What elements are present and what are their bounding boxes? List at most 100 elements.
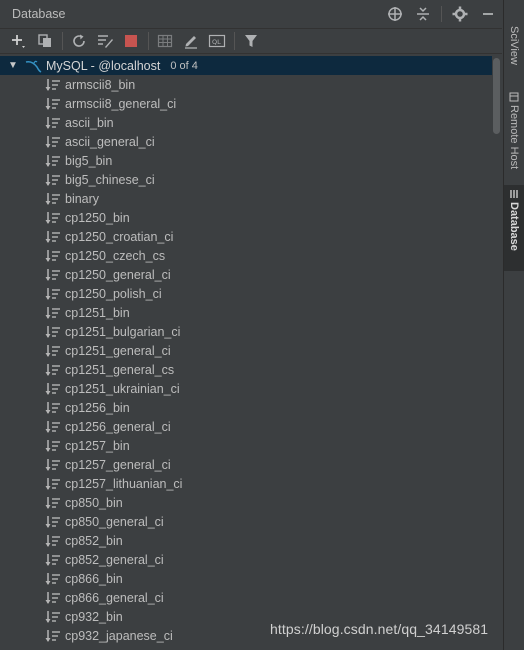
collation-label: cp852_general_ci xyxy=(65,552,164,567)
refresh-icon[interactable] xyxy=(68,30,90,52)
minimize-icon[interactable] xyxy=(478,4,498,24)
collation-label: big5_bin xyxy=(65,153,113,168)
collation-item[interactable]: cp1257_lithuanian_ci xyxy=(0,474,492,493)
right-tool-strip: SciView Remote Host Database xyxy=(503,0,524,650)
tab-sciview-label: SciView xyxy=(508,26,520,65)
collation-sort-icon xyxy=(45,249,61,263)
database-toolbar: QL xyxy=(0,29,502,54)
collation-sort-icon xyxy=(45,135,61,149)
collation-item[interactable]: cp1251_ukrainian_ci xyxy=(0,379,492,398)
filter-icon[interactable] xyxy=(240,30,262,52)
collation-item[interactable]: ascii_general_ci xyxy=(0,132,492,151)
collation-sort-icon xyxy=(45,97,61,111)
collation-item[interactable]: cp1250_croatian_ci xyxy=(0,227,492,246)
datasource-label: MySQL - @localhost xyxy=(46,58,161,73)
collation-sort-icon xyxy=(45,553,61,567)
collation-item[interactable]: cp852_bin xyxy=(0,531,492,550)
collation-label: cp1251_ukrainian_ci xyxy=(65,381,180,396)
collation-list: armscii8_bin armscii8_general_ci ascii_bin… xyxy=(0,75,492,645)
collation-item[interactable]: cp1250_czech_cs xyxy=(0,246,492,265)
collation-label: big5_chinese_ci xyxy=(65,172,155,187)
collation-item[interactable]: cp1256_bin xyxy=(0,398,492,417)
collation-label: cp1256_bin xyxy=(65,400,130,415)
collation-sort-icon xyxy=(45,192,61,206)
collation-label: cp1257_bin xyxy=(65,438,130,453)
scrollbar-thumb[interactable] xyxy=(493,58,500,134)
collation-label: cp850_general_ci xyxy=(65,514,164,529)
collation-item[interactable]: armscii8_bin xyxy=(0,75,492,94)
gear-icon[interactable] xyxy=(450,4,470,24)
tab-remote-host[interactable]: Remote Host xyxy=(504,88,524,178)
header-separator xyxy=(441,6,442,22)
toolbar-separator xyxy=(234,32,235,50)
collation-sort-icon xyxy=(45,268,61,282)
collation-item[interactable]: cp1250_bin xyxy=(0,208,492,227)
collation-item[interactable]: cp852_general_ci xyxy=(0,550,492,569)
collation-sort-icon xyxy=(45,496,61,510)
tab-database[interactable]: Database xyxy=(504,185,524,271)
collation-item[interactable]: cp1251_bulgarian_ci xyxy=(0,322,492,341)
crosshair-icon[interactable] xyxy=(385,4,405,24)
schema-count: 0 of 4 xyxy=(170,59,198,72)
collation-sort-icon xyxy=(45,629,61,643)
collation-label: cp1250_bin xyxy=(65,210,130,225)
table-view-icon[interactable] xyxy=(154,30,176,52)
tab-database-label: Database xyxy=(508,202,520,251)
collation-sort-icon xyxy=(45,363,61,377)
collation-item[interactable]: cp1251_bin xyxy=(0,303,492,322)
collation-label: cp850_bin xyxy=(65,495,123,510)
collation-sort-icon xyxy=(45,325,61,339)
collation-sort-icon xyxy=(45,477,61,491)
collation-sort-icon xyxy=(45,211,61,225)
collation-sort-icon xyxy=(45,116,61,130)
collation-item[interactable]: cp866_general_ci xyxy=(0,588,492,607)
header-actions xyxy=(385,4,498,24)
collation-item[interactable]: cp1257_general_ci xyxy=(0,455,492,474)
tab-remote-host-label: Remote Host xyxy=(508,105,520,170)
collation-sort-icon xyxy=(45,439,61,453)
collation-item[interactable]: cp1256_general_ci xyxy=(0,417,492,436)
collation-item[interactable]: cp866_bin xyxy=(0,569,492,588)
expand-arrow-icon[interactable]: ▼ xyxy=(8,60,22,71)
edit-icon[interactable] xyxy=(180,30,202,52)
sql-console-icon[interactable]: QL xyxy=(206,30,228,52)
collation-item[interactable]: cp1250_polish_ci xyxy=(0,284,492,303)
collation-sort-icon xyxy=(45,572,61,586)
collation-label: cp932_bin xyxy=(65,609,123,624)
collation-item[interactable]: cp1251_general_ci xyxy=(0,341,492,360)
collation-item[interactable]: cp850_bin xyxy=(0,493,492,512)
collation-item[interactable]: binary xyxy=(0,189,492,208)
collation-label: cp1251_bin xyxy=(65,305,130,320)
collation-item[interactable]: cp1251_general_cs xyxy=(0,360,492,379)
collation-item[interactable]: big5_bin xyxy=(0,151,492,170)
collation-sort-icon xyxy=(45,173,61,187)
add-icon[interactable] xyxy=(8,30,30,52)
collation-sort-icon xyxy=(45,287,61,301)
collation-sort-icon xyxy=(45,420,61,434)
remote-host-icon xyxy=(508,92,520,102)
collation-item[interactable]: cp850_general_ci xyxy=(0,512,492,531)
collation-item[interactable]: cp1257_bin xyxy=(0,436,492,455)
database-tab-icon xyxy=(508,189,520,199)
vertical-scrollbar[interactable] xyxy=(492,55,502,650)
tab-sciview[interactable]: SciView xyxy=(504,22,524,72)
collation-sort-icon xyxy=(45,591,61,605)
collation-sort-icon xyxy=(45,610,61,624)
collation-label: cp932_japanese_ci xyxy=(65,628,173,643)
collation-label: ascii_general_ci xyxy=(65,134,155,149)
datasource-node-mysql[interactable]: ▼ MySQL - @localhost 0 of 4 xyxy=(0,56,492,75)
edit-datasource-icon[interactable] xyxy=(94,30,116,52)
watermark-text: https://blog.csdn.net/qq_34149581 xyxy=(270,621,489,637)
duplicate-icon[interactable] xyxy=(34,30,56,52)
collation-item[interactable]: big5_chinese_ci xyxy=(0,170,492,189)
collation-label: cp866_general_ci xyxy=(65,590,164,605)
stop-icon[interactable] xyxy=(120,30,142,52)
collapse-icon[interactable] xyxy=(413,4,433,24)
collation-sort-icon xyxy=(45,382,61,396)
toolbar-separator xyxy=(62,32,63,50)
collation-item[interactable]: armscii8_general_ci xyxy=(0,94,492,113)
collation-label: cp1250_polish_ci xyxy=(65,286,162,301)
collation-label: cp1251_general_ci xyxy=(65,343,171,358)
collation-item[interactable]: ascii_bin xyxy=(0,113,492,132)
collation-item[interactable]: cp1250_general_ci xyxy=(0,265,492,284)
